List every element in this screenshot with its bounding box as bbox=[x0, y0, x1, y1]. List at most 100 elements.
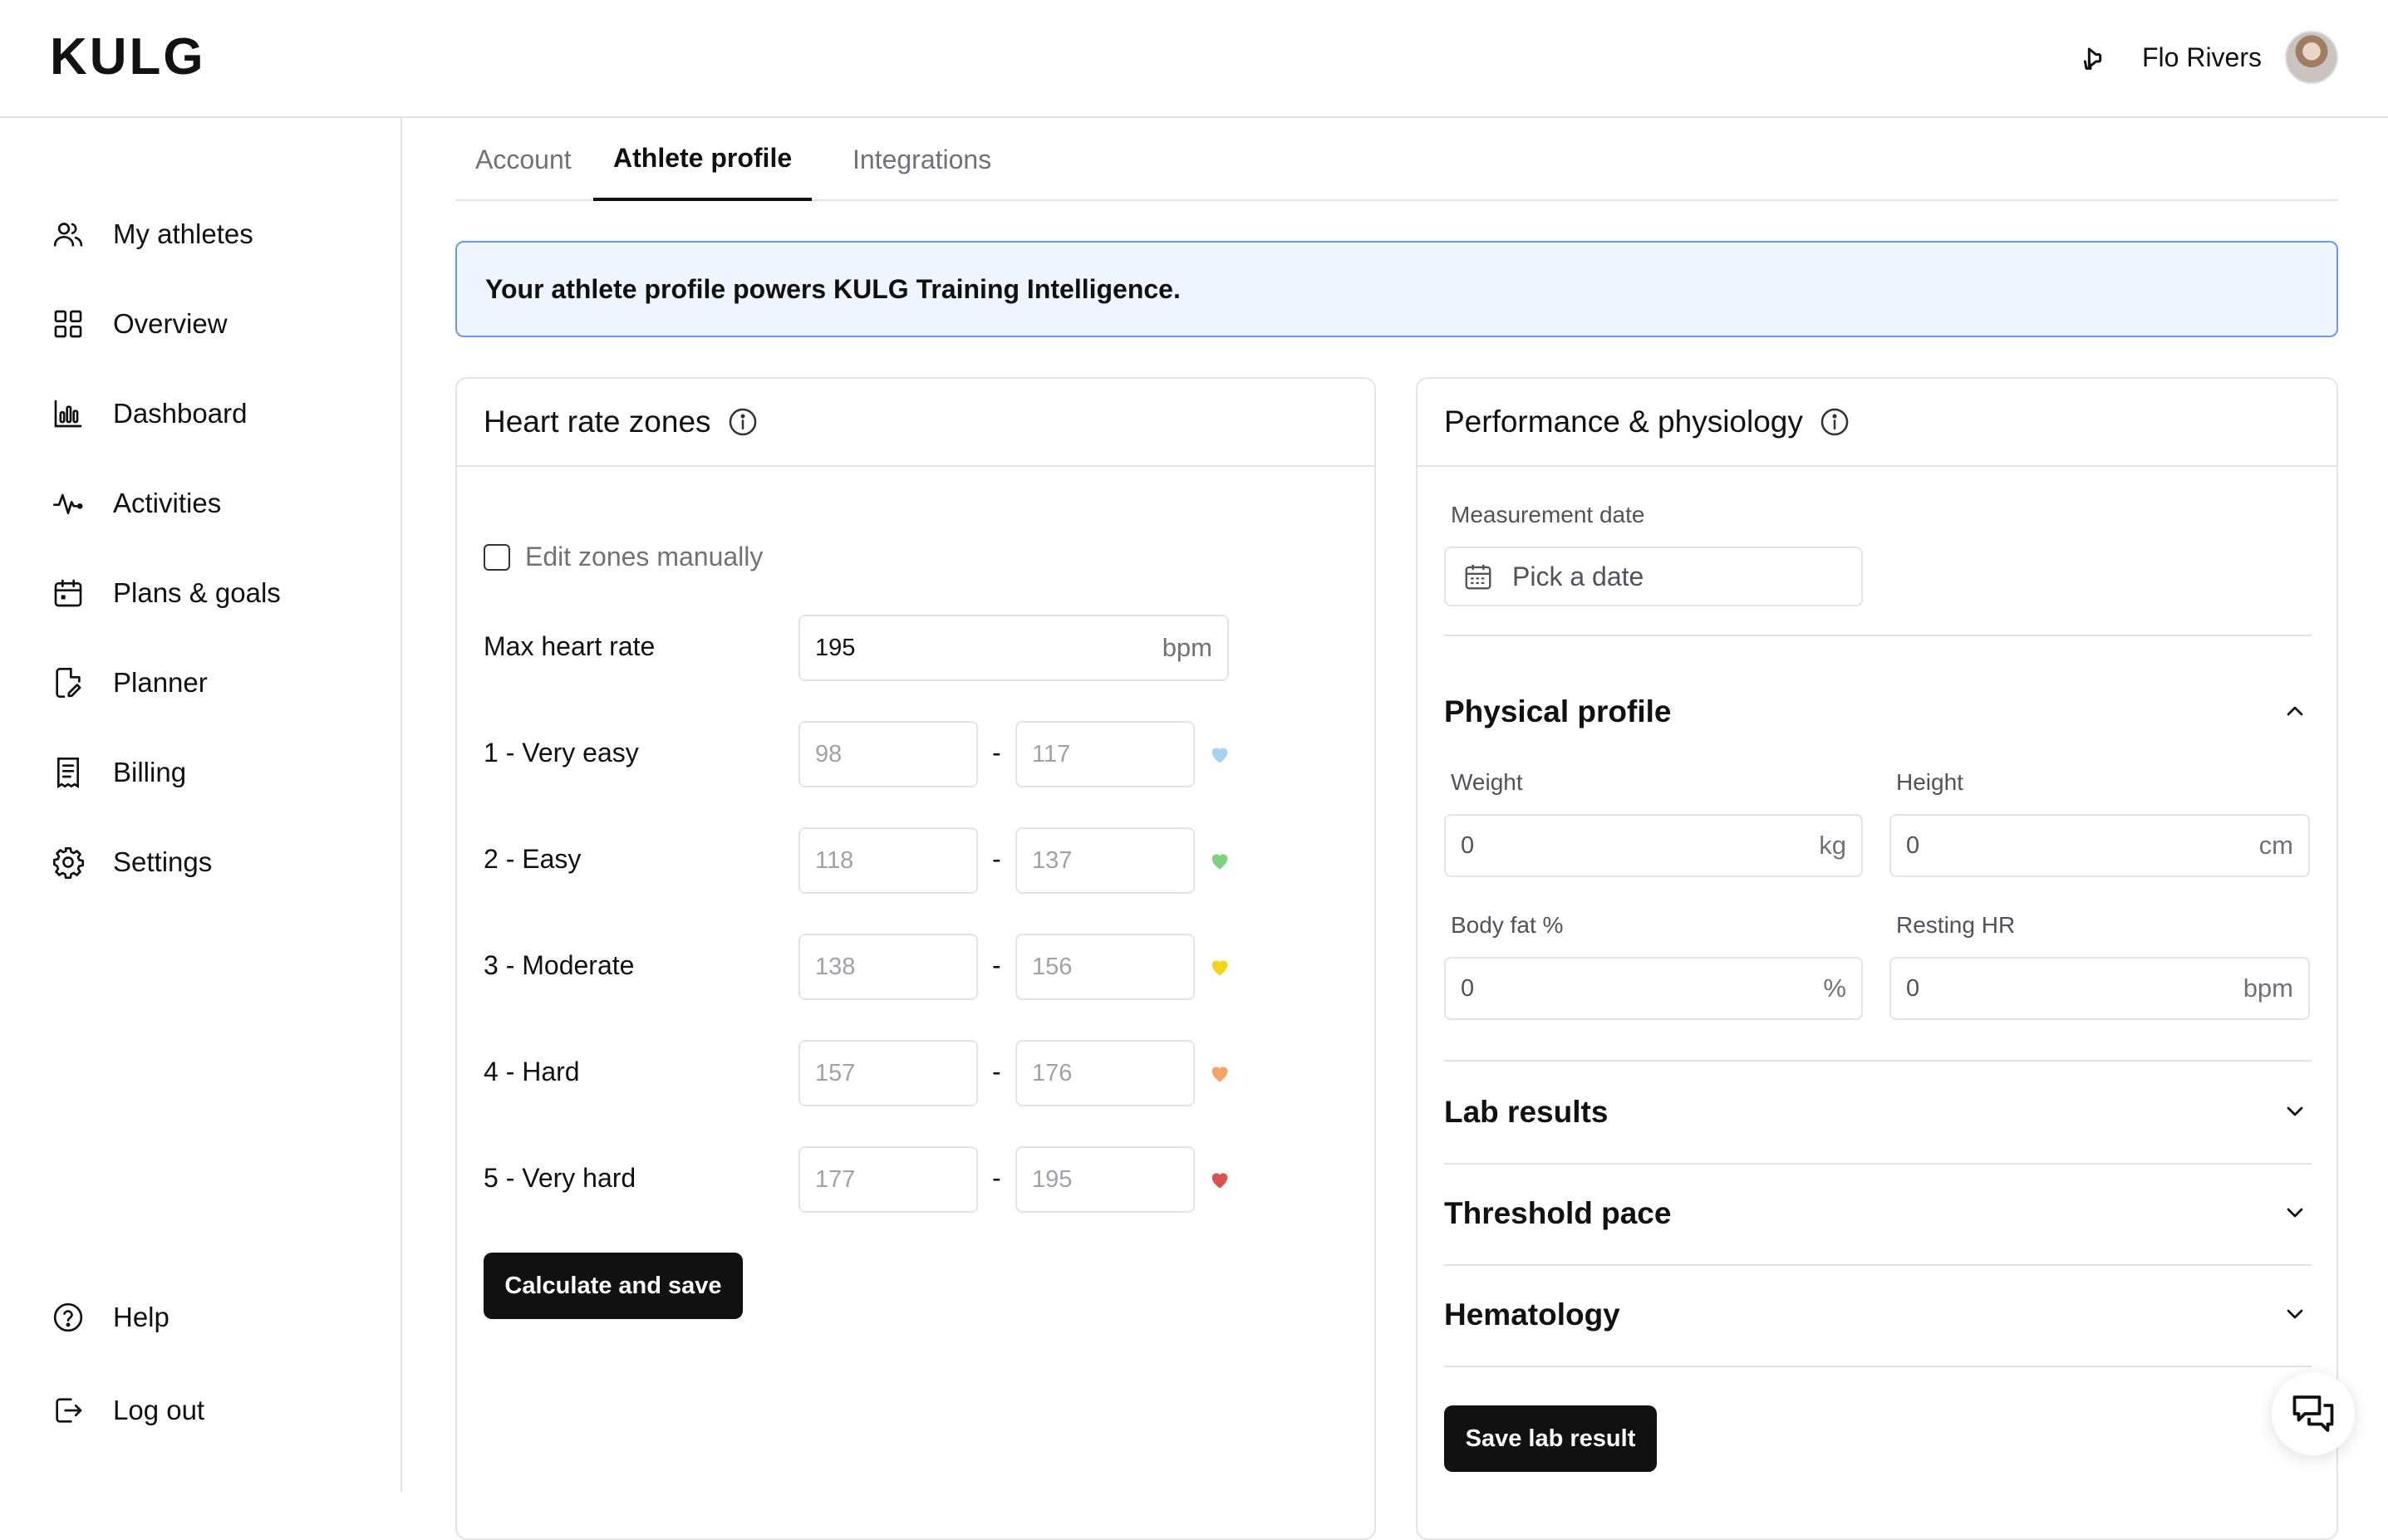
section-divider bbox=[1444, 1060, 2312, 1062]
heart-rate-zones-card: Heart rate zones Edit zones manually Max… bbox=[455, 377, 1376, 1540]
info-banner: Your athlete profile powers KULG Trainin… bbox=[455, 241, 2338, 337]
weight-input[interactable]: 0 kg bbox=[1444, 814, 1863, 877]
section-divider bbox=[1444, 1163, 2312, 1165]
height-label: Height bbox=[1896, 769, 1963, 795]
section-divider bbox=[1444, 635, 2312, 636]
zone-3-min-input[interactable]: 138 bbox=[798, 934, 978, 1000]
save-lab-result-button[interactable]: Save lab result bbox=[1444, 1405, 1657, 1472]
chat-button[interactable] bbox=[2272, 1372, 2355, 1455]
users-icon bbox=[50, 216, 86, 253]
sidebar-item-plans-goals[interactable]: Plans & goals bbox=[50, 568, 366, 618]
help-circle-icon bbox=[50, 1299, 86, 1336]
chevron-down-icon[interactable] bbox=[2280, 1096, 2310, 1126]
megaphone-icon[interactable] bbox=[2072, 39, 2109, 76]
sidebar-item-activities[interactable]: Activities bbox=[50, 478, 366, 528]
sidebar-item-my-athletes[interactable]: My athletes bbox=[50, 209, 366, 259]
gear-icon bbox=[50, 844, 86, 880]
zone-3-max-input[interactable]: 156 bbox=[1015, 934, 1195, 1000]
tab-account[interactable]: Account bbox=[455, 118, 592, 201]
sidebar-item-log-out[interactable]: Log out bbox=[50, 1386, 366, 1435]
user-avatar[interactable] bbox=[2285, 31, 2338, 84]
sidebar-item-label: Settings bbox=[113, 846, 213, 877]
card-header: Heart rate zones bbox=[457, 379, 1374, 467]
resting-hr-input[interactable]: 0 bpm bbox=[1889, 957, 2310, 1020]
bar-chart-icon bbox=[50, 395, 86, 432]
grid-icon bbox=[50, 306, 86, 342]
info-icon[interactable] bbox=[1818, 405, 1851, 439]
physical-profile-title[interactable]: Physical profile bbox=[1444, 694, 1672, 729]
sidebar-item-label: Activities bbox=[113, 488, 222, 518]
zone-5-heart-icon bbox=[1211, 1173, 1228, 1189]
sidebar-item-label: Log out bbox=[113, 1395, 205, 1425]
sidebar-item-planner[interactable]: Planner bbox=[50, 658, 366, 708]
sidebar-item-label: Help bbox=[113, 1302, 170, 1332]
section-divider bbox=[1444, 1366, 2312, 1367]
zone-5-min-value: 177 bbox=[815, 1165, 856, 1193]
max-heart-rate-label: Max heart rate bbox=[484, 631, 656, 661]
lab-results-title[interactable]: Lab results bbox=[1444, 1095, 1608, 1130]
card-title: Performance & physiology bbox=[1444, 405, 1803, 439]
tab-integrations[interactable]: Integrations bbox=[833, 118, 1011, 201]
file-edit-icon bbox=[50, 665, 86, 701]
body-fat-input[interactable]: 0 % bbox=[1444, 957, 1863, 1020]
zone-2-min-input[interactable]: 118 bbox=[798, 827, 978, 894]
zone-3-min-value: 138 bbox=[815, 953, 856, 980]
zone-4-max-input[interactable]: 176 bbox=[1015, 1040, 1195, 1106]
kulg-logo[interactable]: KULG bbox=[50, 30, 206, 85]
zone-1-min-value: 98 bbox=[815, 740, 843, 768]
max-heart-rate-input[interactable]: 195 bpm bbox=[798, 615, 1229, 681]
threshold-pace-title[interactable]: Threshold pace bbox=[1444, 1196, 1671, 1231]
zone-4-min-input[interactable]: 157 bbox=[798, 1040, 978, 1106]
sidebar-item-dashboard[interactable]: Dashboard bbox=[50, 389, 366, 439]
zone-5-max-input[interactable]: 195 bbox=[1015, 1146, 1195, 1213]
zone-5-max-value: 195 bbox=[1032, 1165, 1073, 1193]
height-value: 0 bbox=[1906, 831, 1920, 859]
zone-1-heart-icon bbox=[1211, 748, 1228, 763]
resting-hr-unit: bpm bbox=[2243, 974, 2293, 1003]
info-icon[interactable] bbox=[726, 405, 759, 439]
calculate-and-save-button[interactable]: Calculate and save bbox=[484, 1253, 743, 1319]
range-separator: - bbox=[992, 950, 1001, 980]
zone-3-heart-icon bbox=[1211, 960, 1228, 976]
weight-label: Weight bbox=[1451, 769, 1523, 795]
range-separator: - bbox=[992, 738, 1001, 768]
zone-2-max-value: 137 bbox=[1032, 846, 1073, 874]
card-header: Performance & physiology bbox=[1418, 379, 2336, 467]
zone-4-max-value: 176 bbox=[1032, 1059, 1073, 1086]
sidebar-item-label: Billing bbox=[113, 757, 187, 787]
edit-zones-manually-row[interactable]: Edit zones manually bbox=[484, 542, 763, 572]
zone-5-min-input[interactable]: 177 bbox=[798, 1146, 978, 1213]
max-heart-rate-unit: bpm bbox=[1162, 633, 1212, 662]
range-separator: - bbox=[992, 1057, 1001, 1086]
sidebar-item-overview[interactable]: Overview bbox=[50, 299, 366, 349]
edit-zones-checkbox[interactable] bbox=[484, 543, 510, 571]
chevron-up-icon[interactable] bbox=[2280, 696, 2310, 726]
weight-unit: kg bbox=[1819, 831, 1846, 860]
zone-3-max-value: 156 bbox=[1032, 953, 1073, 980]
hematology-title[interactable]: Hematology bbox=[1444, 1297, 1620, 1332]
zone-1-max-input[interactable]: 117 bbox=[1015, 721, 1195, 787]
zone-2-min-value: 118 bbox=[815, 846, 854, 874]
top-bar: KULG Flo Rivers bbox=[0, 0, 2388, 118]
zone-4-label: 4 - Hard bbox=[484, 1057, 580, 1086]
chevron-down-icon[interactable] bbox=[2280, 1198, 2310, 1228]
zone-1-min-input[interactable]: 98 bbox=[798, 721, 978, 787]
resting-hr-value: 0 bbox=[1906, 974, 1920, 1002]
zone-2-max-input[interactable]: 137 bbox=[1015, 827, 1195, 894]
height-input[interactable]: 0 cm bbox=[1889, 814, 2310, 877]
chat-bubbles-icon bbox=[2292, 1395, 2334, 1432]
user-name[interactable]: Flo Rivers bbox=[2142, 42, 2262, 73]
sidebar-item-settings[interactable]: Settings bbox=[50, 837, 366, 887]
sidebar-item-help[interactable]: Help bbox=[50, 1292, 366, 1342]
chevron-down-icon[interactable] bbox=[2280, 1299, 2310, 1329]
tab-athlete-profile[interactable]: Athlete profile bbox=[593, 118, 813, 201]
measurement-date-picker[interactable]: Pick a date bbox=[1444, 547, 1863, 606]
zone-3-label: 3 - Moderate bbox=[484, 950, 635, 980]
settings-tabs: Account Athlete profile Integrations bbox=[455, 118, 2338, 201]
body-fat-value: 0 bbox=[1461, 974, 1475, 1002]
sidebar-item-label: Overview bbox=[113, 308, 228, 339]
body-fat-label: Body fat % bbox=[1451, 912, 1564, 938]
weight-value: 0 bbox=[1461, 831, 1475, 859]
sidebar-item-billing[interactable]: Billing bbox=[50, 748, 366, 797]
performance-physiology-card: Performance & physiology Measurement dat… bbox=[1416, 377, 2338, 1540]
